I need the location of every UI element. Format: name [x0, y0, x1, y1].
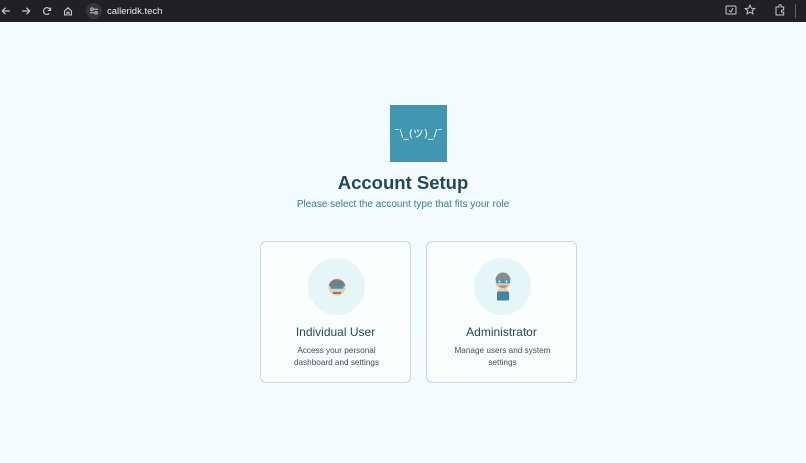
site-settings-icon[interactable]: [86, 3, 102, 19]
page-subtitle: Please select the account type that fits…: [296, 199, 510, 210]
admin-avatar-icon: [495, 272, 510, 300]
card-title: Administrator: [466, 325, 537, 339]
forward-icon[interactable]: [18, 3, 34, 19]
card-description: Manage users and system settings: [454, 346, 551, 367]
url-text: calleridk.tech: [107, 5, 163, 17]
address-bar[interactable]: calleridk.tech: [84, 2, 770, 20]
avatar-circle: [308, 258, 365, 315]
cast-icon[interactable]: [725, 3, 737, 21]
bookmark-star-icon[interactable]: [744, 3, 756, 21]
extensions-icon[interactable]: [774, 3, 786, 21]
browser-toolbar: calleridk.tech: [0, 0, 806, 22]
individual-user-card[interactable]: Individual User Access your personal das…: [260, 241, 411, 383]
logo-text: ¯\_(ツ)_/¯: [394, 128, 443, 140]
administrator-card[interactable]: Administrator Manage users and system se…: [426, 241, 577, 383]
home-icon[interactable]: [60, 3, 76, 19]
reload-icon[interactable]: [39, 3, 55, 19]
user-avatar-icon: [328, 278, 345, 295]
card-description: Access your personal dashboard and setti…: [293, 346, 380, 367]
page-title: Account Setup: [337, 172, 469, 193]
toolbar-divider: [795, 4, 796, 18]
card-title: Individual User: [295, 325, 376, 339]
avatar-circle: [474, 258, 531, 315]
back-icon[interactable]: [0, 3, 14, 19]
shrug-logo: ¯\_(ツ)_/¯: [390, 105, 447, 162]
